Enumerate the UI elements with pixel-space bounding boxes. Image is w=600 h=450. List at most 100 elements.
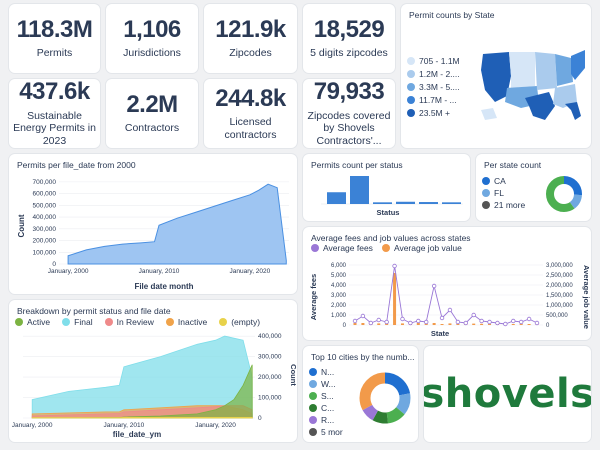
y-tick-label: 3,000: [331, 293, 347, 299]
y-axis-label: Count: [289, 364, 297, 386]
y-tick-label: 300,000: [33, 226, 57, 233]
series-area-empty: [31, 417, 253, 419]
kpi-licensed-contractors: 244.8k Licensed contractors: [204, 79, 297, 148]
kpi-value: 244.8k: [215, 84, 286, 112]
kpi-label: Zipcodes: [229, 47, 272, 60]
legend-swatch: [482, 201, 490, 209]
map-region-alaska[interactable]: [481, 108, 497, 120]
legend-item-fl[interactable]: FL: [482, 188, 525, 198]
average-fees-point: [400, 316, 405, 322]
status-bar: [442, 202, 461, 204]
logo-card: shovels: [424, 346, 591, 442]
job-value-bar: [393, 273, 397, 325]
cities-title: Top 10 cities by the numb...: [311, 352, 415, 362]
y-tick-label: 200,000: [258, 374, 282, 381]
legend-item-city-3[interactable]: S...: [309, 391, 343, 401]
legend-swatch: [482, 177, 490, 185]
map-legend-item[interactable]: 1.2M - 2....: [407, 69, 460, 79]
per-state-legend: CA FL 21 more: [482, 176, 525, 210]
average-fees-point: [511, 318, 516, 324]
job-value-bar: [480, 323, 484, 325]
shovels-logo: shovels: [424, 371, 591, 417]
legend-item-city-1[interactable]: N...: [309, 367, 343, 377]
kpi-jurisdictions: 1,106 Jurisdictions: [106, 4, 198, 73]
y-tick-label: 700,000: [33, 179, 57, 186]
legend-swatch: [407, 70, 415, 78]
map-legend-item[interactable]: 3.3M - 5....: [407, 82, 460, 92]
kpi-permits: 118.3M Permits: [9, 4, 100, 73]
legend-item-more[interactable]: 21 more: [482, 200, 525, 210]
us-map[interactable]: [477, 46, 587, 126]
status-bar: [396, 201, 415, 204]
kpi-label: Sustainable Energy Permits in 2023: [13, 109, 96, 147]
legend-label: 23.5M +: [419, 108, 450, 118]
job-value-bar: [432, 323, 436, 325]
average-fees-point: [408, 320, 413, 326]
legend-item-more[interactable]: 5 mor: [309, 427, 343, 437]
map-region-plains[interactable]: [535, 52, 557, 90]
status-bar: [350, 176, 369, 204]
job-value-bar: [448, 323, 452, 325]
status-card: Permits count per status Status: [303, 154, 470, 221]
kpi-sustainable-energy: 437.6k Sustainable Energy Permits in 202…: [9, 79, 100, 148]
map-region-mountain[interactable]: [509, 52, 535, 88]
average-fees-point: [455, 319, 461, 325]
kpi-label: Zipcodes covered by Shovels Contractors'…: [307, 109, 391, 147]
average-fees-point: [471, 312, 476, 318]
y-tick-label-right: 2,500,000: [546, 273, 573, 279]
legend-swatch: [309, 428, 317, 436]
average-fees-point: [479, 318, 484, 324]
fees-chart[interactable]: Average fees Average job value State 0 1,…: [303, 227, 591, 340]
x-axis-label: File date month: [134, 282, 193, 291]
file-date-chart[interactable]: Count File date month 0 100,000 200,000 300…: [9, 154, 297, 294]
file-date-card: Permits per file_date from 2000 Count Fi…: [9, 154, 297, 294]
per-state-donut[interactable]: [544, 174, 584, 214]
legend-label: 21 more: [494, 200, 526, 210]
status-bar: [419, 202, 438, 204]
x-tick-label: January, 2000: [48, 268, 89, 275]
legend-item-city-5[interactable]: R...: [309, 415, 343, 425]
kpi-contractors: 2.2M Contractors: [106, 79, 198, 148]
map-region-midwest[interactable]: [555, 54, 573, 86]
legend-swatch: [482, 189, 490, 197]
kpi-value: 18,529: [313, 16, 385, 43]
x-tick-label: January, 2020: [230, 268, 271, 275]
legend-label: C...: [321, 403, 335, 413]
legend-swatch: [407, 57, 415, 65]
y-tick-label: 100,000: [33, 249, 57, 256]
average-fees-point: [439, 315, 445, 321]
job-value-bar: [472, 323, 476, 325]
average-fees-point: [447, 307, 453, 313]
legend-item-city-2[interactable]: W...: [309, 379, 343, 389]
y-tick-label-right: 1,000,000: [546, 303, 573, 309]
map-region-northeast[interactable]: [571, 50, 585, 80]
status-chart[interactable]: Status: [303, 154, 470, 221]
legend-label: S...: [321, 391, 334, 401]
kpi-label: Contractors: [124, 122, 180, 135]
average-fees-point: [384, 319, 389, 325]
job-value-bar: [440, 324, 444, 325]
average-fees-point: [368, 320, 374, 326]
map-legend-item[interactable]: 23.5M +: [407, 108, 460, 118]
map-legend-item[interactable]: 705 - 1.1M: [407, 56, 460, 66]
kpi-value: 1,106: [123, 16, 181, 43]
average-fees-point: [534, 320, 540, 326]
average-fees-point: [376, 317, 381, 323]
kpi-value: 79,933: [313, 79, 385, 106]
legend-label: W...: [321, 379, 336, 389]
cities-donut[interactable]: [357, 370, 413, 426]
kpi-value: 437.6k: [19, 79, 90, 106]
legend-item-ca[interactable]: CA: [482, 176, 525, 186]
y-axis-label-right: Average job value: [582, 265, 591, 329]
legend-item-city-4[interactable]: C...: [309, 403, 343, 413]
y-tick-label-right: 2,000,000: [546, 283, 573, 289]
fees-card: Average fees and job values across state…: [303, 227, 591, 340]
y-tick-label: 5,000: [331, 273, 347, 279]
y-tick-label: 500,000: [33, 202, 57, 209]
breakdown-chart[interactable]: Count file_date_ym 0 100,000 200,000 300,00…: [9, 300, 297, 442]
map-region-florida[interactable]: [565, 102, 581, 120]
kpi-value: 121.9k: [215, 16, 286, 43]
y-tick-label: 200,000: [33, 238, 57, 245]
average-fees-point: [503, 321, 508, 327]
map-legend-item[interactable]: 11.7M - ...: [407, 95, 460, 105]
